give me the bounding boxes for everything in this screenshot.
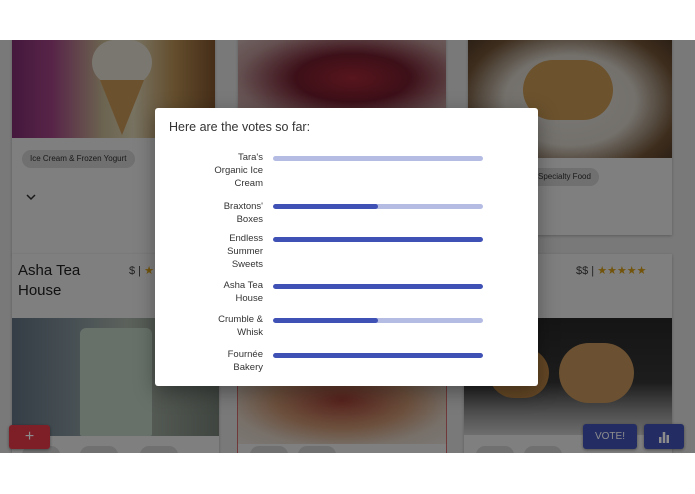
vote-bar-fill <box>273 237 483 242</box>
vote-button[interactable]: VOTE! <box>583 424 637 449</box>
vote-bar <box>273 156 483 161</box>
vote-bar <box>273 318 483 323</box>
vote-bar <box>273 237 483 242</box>
add-restaurant-button[interactable]: + <box>9 425 50 449</box>
vote-bar-fill <box>273 353 483 358</box>
vote-label: Crumble & Whisk <box>218 314 263 338</box>
vote-label: Asha Tea House <box>223 280 263 304</box>
dialog-title: Here are the votes so far: <box>169 120 311 134</box>
vote-bar-fill <box>273 204 378 209</box>
bar-chart-icon <box>658 430 670 448</box>
vote-bar <box>273 353 483 358</box>
vote-label: Tara's Organic Ice Cream <box>214 152 263 189</box>
stats-button[interactable] <box>644 424 684 449</box>
vote-label: Endless Summer Sweets <box>227 233 263 270</box>
vote-bar <box>273 284 483 289</box>
vote-bar <box>273 204 483 209</box>
vote-label: Braxtons' Boxes <box>223 201 263 225</box>
votes-dialog: Here are the votes so far: Tara's Organic… <box>155 108 538 386</box>
vote-label: Fournée Bakery <box>227 349 263 373</box>
vote-bar-fill <box>273 318 378 323</box>
vote-bar-fill <box>273 284 483 289</box>
